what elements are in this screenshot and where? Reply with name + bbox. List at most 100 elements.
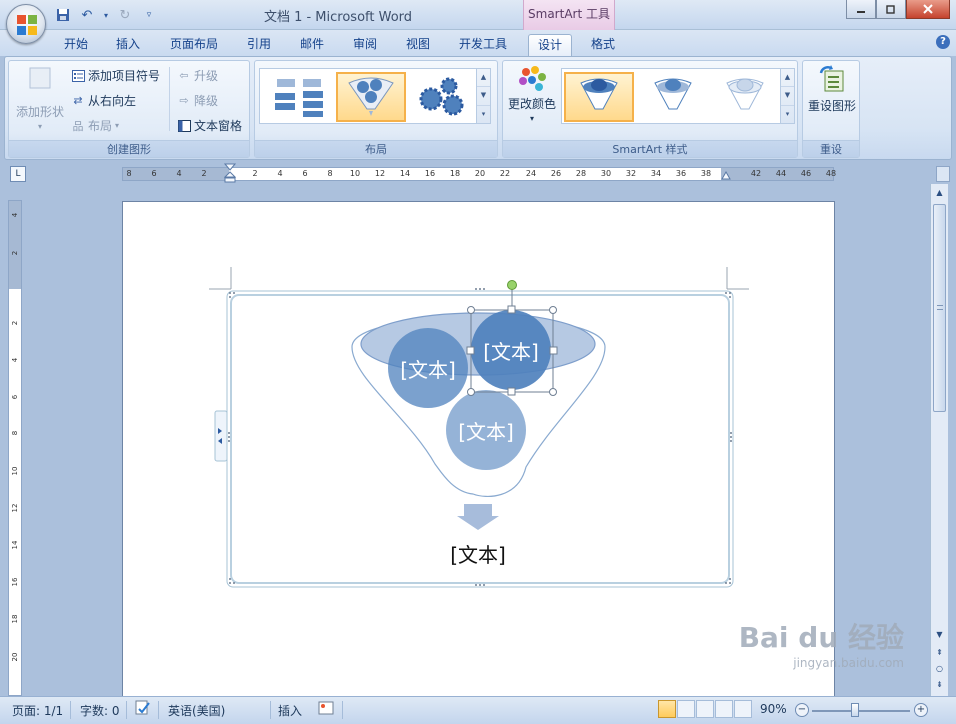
- styles-up-icon[interactable]: ▲: [781, 69, 794, 88]
- quick-access-toolbar: ↶ ▾ ↻ ▿: [54, 6, 158, 24]
- tab-references[interactable]: 引用: [239, 34, 279, 56]
- status-divider: [342, 701, 343, 719]
- select-browse-object-icon[interactable]: ○: [933, 662, 946, 676]
- styles-down-icon[interactable]: ▼: [781, 87, 794, 106]
- styles-gallery-scroll[interactable]: ▲ ▼ ▾: [780, 69, 794, 123]
- ruler-tick-label: 18: [449, 169, 461, 178]
- ruler-tick-label: 4: [176, 169, 182, 178]
- minimize-button[interactable]: [846, 0, 876, 19]
- document-page[interactable]: [文本] [文本] [文本] [文本]: [122, 201, 835, 696]
- title-bar: ↶ ▾ ↻ ▿ 文档 1 - Microsoft Word SmartArt 工…: [0, 0, 956, 30]
- style-thumb-moderate[interactable]: [638, 72, 708, 122]
- status-divider: [126, 701, 127, 719]
- ruler-tick-label: 6: [302, 169, 308, 178]
- add-shape-button[interactable]: 添加形状 ▾: [13, 65, 67, 131]
- redo-icon[interactable]: ↻: [116, 6, 134, 24]
- layout-label: 布局: [88, 119, 113, 133]
- vruler-tick-label: 14: [11, 540, 19, 550]
- tab-page-layout[interactable]: 页面布局: [162, 34, 226, 56]
- circle-2-text[interactable]: [文本]: [471, 336, 551, 365]
- tab-design[interactable]: 设计: [528, 34, 572, 56]
- scroll-down-icon[interactable]: ▼: [933, 628, 946, 642]
- restore-button[interactable]: [876, 0, 906, 19]
- ruler-tick-label: 2: [252, 169, 258, 178]
- view-ruler-toggle-icon[interactable]: [936, 166, 950, 182]
- tab-view[interactable]: 视图: [398, 34, 438, 56]
- full-screen-reading-view-button[interactable]: [677, 700, 695, 718]
- customize-qat-icon[interactable]: ▿: [140, 6, 158, 24]
- rotation-handle-icon[interactable]: [507, 280, 517, 290]
- tab-insert[interactable]: 插入: [108, 34, 148, 56]
- promote-button[interactable]: ⇦ 升级: [177, 67, 218, 84]
- macro-record-icon[interactable]: [318, 700, 334, 719]
- office-logo-icon: [17, 15, 37, 35]
- bullet-list-icon: [71, 69, 85, 83]
- gallery-down-icon[interactable]: ▼: [477, 87, 490, 106]
- add-bullet-button[interactable]: 添加项目符号: [71, 67, 160, 84]
- undo-dropdown-icon[interactable]: ▾: [102, 6, 110, 24]
- indent-marker-icon[interactable]: [224, 163, 236, 183]
- right-to-left-button[interactable]: ⇄ 从右向左: [71, 92, 136, 109]
- layout-thumb-process[interactable]: [264, 72, 334, 122]
- status-bar: 页面: 1/1 字数: 0 英语(美国) 插入 90% − +: [0, 696, 956, 724]
- tab-mailings[interactable]: 邮件: [292, 34, 332, 56]
- styles-more-icon[interactable]: ▾: [781, 106, 794, 123]
- page-count[interactable]: 页面: 1/1: [12, 702, 63, 719]
- gallery-up-icon[interactable]: ▲: [477, 69, 490, 88]
- window-title: 文档 1 - Microsoft Word: [263, 10, 413, 25]
- layout-thumb-funnel[interactable]: [336, 72, 406, 122]
- print-layout-view-button[interactable]: [658, 700, 676, 718]
- tab-format[interactable]: 格式: [582, 34, 624, 56]
- circle-3-text[interactable]: [文本]: [446, 416, 526, 445]
- zoom-in-icon[interactable]: +: [914, 703, 928, 717]
- vertical-scrollbar[interactable]: ▲ ▼ ⇞ ○ ⇟: [930, 184, 948, 696]
- insert-mode[interactable]: 插入: [278, 702, 302, 719]
- tab-stop-selector[interactable]: L: [10, 166, 26, 182]
- reset-graphic-button[interactable]: 重设图形: [805, 65, 859, 133]
- scroll-thumb[interactable]: [933, 204, 946, 412]
- zoom-out-icon[interactable]: −: [795, 703, 809, 717]
- add-shape-label: 添加形状: [15, 105, 64, 119]
- change-colors-button[interactable]: 更改颜色 ▾: [505, 65, 559, 133]
- right-indent-marker-icon[interactable]: [721, 171, 731, 181]
- tab-review[interactable]: 审阅: [345, 34, 385, 56]
- save-icon[interactable]: [54, 6, 72, 24]
- demote-button[interactable]: ⇨ 降级: [177, 92, 218, 109]
- tab-home[interactable]: 开始: [56, 34, 96, 56]
- layout-dropdown-button[interactable]: 品 布局 ▾: [71, 117, 120, 134]
- scroll-up-icon[interactable]: ▲: [933, 186, 946, 200]
- spelling-check-icon[interactable]: [134, 700, 152, 719]
- layouts-gallery: ▲ ▼ ▾: [259, 68, 491, 124]
- web-layout-view-button[interactable]: [696, 700, 714, 718]
- tab-developer[interactable]: 开发工具: [450, 34, 516, 56]
- layout-process-icon: [275, 79, 323, 117]
- layouts-gallery-scroll[interactable]: ▲ ▼ ▾: [476, 69, 490, 123]
- outline-view-button[interactable]: [715, 700, 733, 718]
- vertical-ruler[interactable]: 4 2 2 4 6 8 10 12 14 16 18 20: [8, 200, 22, 696]
- style-thumb-intense[interactable]: [710, 72, 780, 122]
- zoom-slider-thumb[interactable]: [851, 703, 859, 717]
- office-button[interactable]: [6, 4, 46, 44]
- gallery-more-icon[interactable]: ▾: [477, 106, 490, 123]
- style-thumb-simple[interactable]: [564, 72, 634, 122]
- word-count[interactable]: 字数: 0: [80, 702, 120, 719]
- circle-1-text[interactable]: [文本]: [388, 354, 468, 383]
- language[interactable]: 英语(美国): [168, 702, 225, 719]
- text-pane-button[interactable]: 文本窗格: [177, 117, 242, 134]
- ruler-tick-label: 14: [399, 169, 411, 178]
- result-text[interactable]: [文本]: [428, 539, 528, 568]
- change-colors-dropdown-icon: ▾: [529, 114, 534, 123]
- zoom-level[interactable]: 90%: [760, 702, 787, 716]
- help-icon[interactable]: ?: [936, 35, 950, 49]
- draft-view-button[interactable]: [734, 700, 752, 718]
- previous-page-icon[interactable]: ⇞: [933, 646, 946, 660]
- horizontal-ruler[interactable]: 8 6 4 2 2 4 6 8 10 12 14 16 18 20 22 24 26 28 30 32 34 36 38 42…: [122, 163, 836, 183]
- vruler-tick-label: 10: [11, 466, 19, 476]
- right-to-left-label: 从右向左: [88, 94, 137, 108]
- zoom-slider[interactable]: [812, 710, 910, 712]
- promote-label: 升级: [194, 69, 219, 83]
- next-page-icon[interactable]: ⇟: [933, 678, 946, 692]
- undo-icon[interactable]: ↶: [78, 6, 96, 24]
- layout-thumb-gears[interactable]: [408, 72, 478, 122]
- close-button[interactable]: [906, 0, 950, 19]
